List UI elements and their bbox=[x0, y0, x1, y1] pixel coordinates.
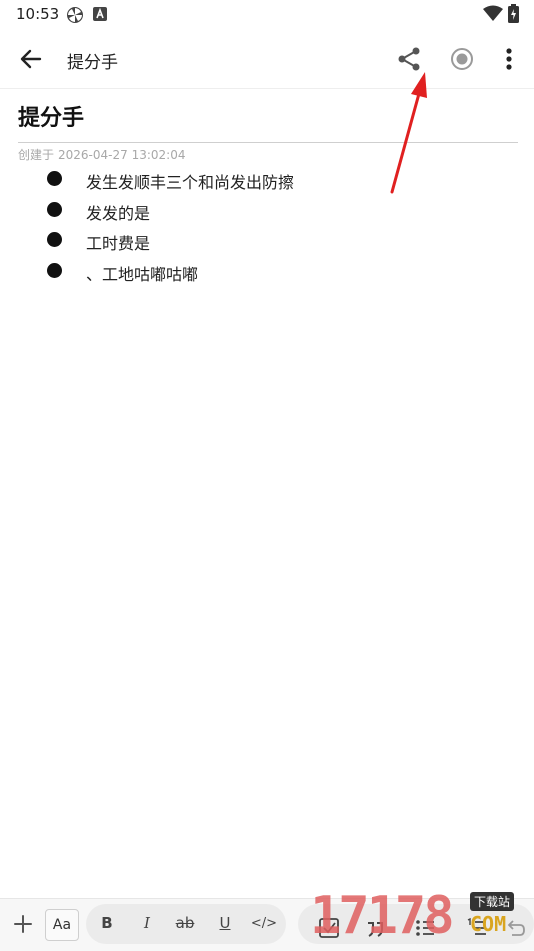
note-meta: 创建于 2026-04-27 13:02:04 bbox=[18, 146, 189, 163]
list-item[interactable]: 发生发顺丰三个和尚发出防擦 bbox=[0, 168, 534, 199]
watermark-badge: 下载站 bbox=[470, 892, 515, 911]
bold-button[interactable]: B bbox=[92, 914, 122, 932]
app-bar: 提分手 bbox=[0, 30, 534, 89]
back-arrow-icon[interactable] bbox=[18, 46, 44, 72]
plus-icon[interactable] bbox=[10, 911, 36, 937]
wifi-icon bbox=[483, 5, 503, 21]
list-item-text[interactable]: 发生发顺丰三个和尚发出防擦 bbox=[86, 169, 294, 193]
app-bar-title: 提分手 bbox=[67, 53, 118, 73]
list-item-text[interactable]: 发发的是 bbox=[86, 200, 150, 224]
watermark-suffix: COM bbox=[470, 912, 507, 936]
list-item-text[interactable]: 、工地咕嘟咕嘟 bbox=[86, 261, 198, 285]
title-divider bbox=[18, 142, 518, 143]
bullet-dot bbox=[47, 232, 62, 247]
pinwheel-icon bbox=[67, 7, 83, 23]
watermark-logo: 17178 下载站 COM bbox=[310, 886, 534, 950]
bullet-dot bbox=[47, 201, 62, 217]
text-style-button[interactable]: Aa bbox=[45, 909, 79, 941]
code-button[interactable]: </> bbox=[249, 916, 279, 931]
a-badge-icon bbox=[93, 7, 107, 21]
watermark-number: 17178 bbox=[310, 886, 455, 946]
status-time: 10:53 bbox=[16, 5, 60, 23]
format-group: B I ab U </> bbox=[86, 904, 286, 944]
battery-charging-icon bbox=[508, 4, 519, 23]
bullet-list[interactable]: 发生发顺丰三个和尚发出防擦 发发的是 工时费是 、工地咕嘟咕嘟 bbox=[0, 168, 534, 290]
list-item[interactable]: 工时费是 bbox=[0, 229, 534, 260]
underline-button[interactable]: U bbox=[210, 914, 240, 932]
more-vert-icon[interactable] bbox=[494, 44, 524, 74]
bullet-dot bbox=[47, 171, 62, 186]
bullet-dot bbox=[47, 262, 62, 278]
created-timestamp: 2026-04-27 13:02:04 bbox=[58, 148, 186, 162]
record-icon[interactable] bbox=[447, 44, 477, 74]
list-item[interactable]: 、工地咕嘟咕嘟 bbox=[0, 260, 534, 291]
italic-button[interactable]: I bbox=[132, 914, 162, 932]
list-item[interactable]: 发发的是 bbox=[0, 199, 534, 230]
status-bar: 10:53 bbox=[0, 0, 534, 28]
note-title[interactable]: 提分手 bbox=[18, 100, 84, 132]
annotation-arrow-icon bbox=[390, 72, 427, 194]
strikethrough-button[interactable]: ab bbox=[170, 914, 200, 932]
created-label: 创建于 bbox=[18, 148, 55, 162]
list-item-text[interactable]: 工时费是 bbox=[86, 230, 150, 254]
